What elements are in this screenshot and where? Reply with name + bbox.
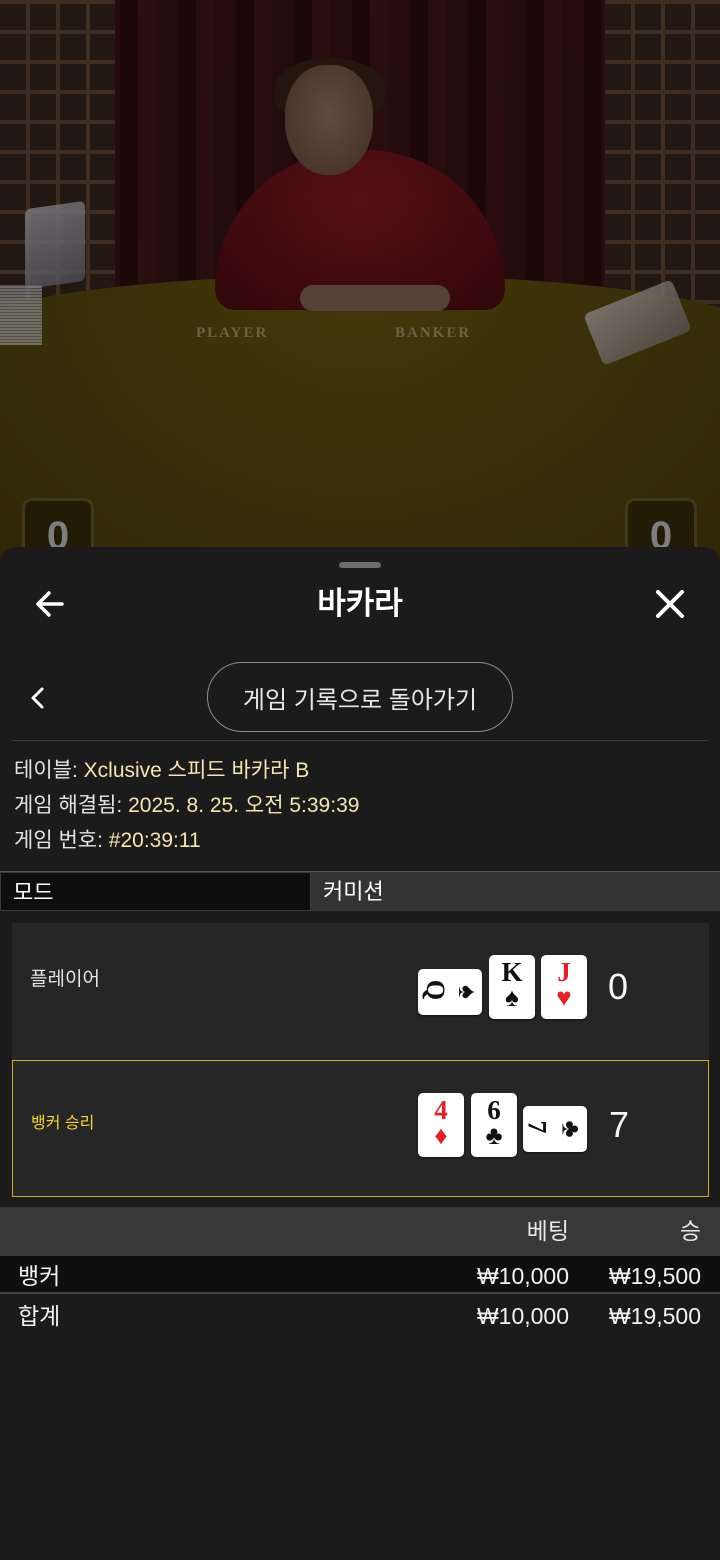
back-button[interactable]	[30, 584, 70, 624]
live-video-stream: PLAYER BANKER 0 0	[0, 0, 720, 560]
divider	[12, 740, 708, 741]
resolved-info: 게임 해결됨: 2025. 8. 25. 오전 5:39:39	[14, 789, 714, 824]
table-info: 테이블: Xclusive 스피드 바카라 B	[14, 754, 714, 789]
playing-card: K ♠	[489, 955, 535, 1019]
sheet-grabber[interactable]	[339, 562, 381, 568]
table-row: 뱅커 ₩10,000 ₩19,500	[0, 1256, 720, 1294]
game-info: 테이블: Xclusive 스피드 바카라 B 게임 해결됨: 2025. 8.…	[14, 754, 714, 859]
bet-name: 뱅커	[18, 1263, 61, 1289]
table-info-label: 테이블:	[14, 759, 78, 782]
close-icon	[656, 590, 684, 618]
table-info-value: Xclusive 스피드 바카라 B	[83, 759, 310, 782]
total-bet: ₩10,000	[476, 1303, 569, 1329]
playing-card: 6 ♣	[471, 1093, 517, 1157]
banker-hand-label: 뱅커 승리	[31, 1115, 95, 1132]
win-amount: ₩19,500	[608, 1263, 701, 1289]
mode-row: 모드 커미션	[0, 871, 720, 911]
game-number-label: 게임 번호:	[14, 829, 103, 852]
player-hand-label: 플레이어	[30, 969, 100, 990]
close-button[interactable]	[650, 584, 690, 624]
page-title: 바카라	[317, 586, 403, 621]
table-row-total: 합계 ₩10,000 ₩19,500	[0, 1296, 720, 1334]
game-number-value: #20:39:11	[108, 829, 201, 852]
round-results: 플레이어 Q ♠ K ♠ J ♥ 0 뱅커 승리 4 ♦ 6 ♣ 7 ♣ 7	[12, 923, 709, 1197]
bet-column-header: 베팅	[526, 1218, 569, 1244]
player-score: 0	[608, 966, 629, 1007]
player-hand: 플레이어 Q ♠ K ♠ J ♥ 0	[12, 923, 709, 1060]
playing-card: J ♥	[541, 955, 587, 1019]
bet-amount: ₩10,000	[476, 1263, 569, 1289]
total-win: ₩19,500	[608, 1303, 701, 1329]
chevron-left-icon	[31, 687, 44, 709]
mode-value: 커미션	[311, 872, 720, 911]
banker-score: 7	[609, 1104, 630, 1145]
total-label: 합계	[18, 1303, 61, 1329]
game-number-info: 게임 번호: #20:39:11	[14, 824, 714, 859]
resolved-info-label: 게임 해결됨:	[14, 794, 123, 817]
playing-card: 7 ♣	[523, 1106, 587, 1152]
resolved-info-value: 2025. 8. 25. 오전 5:39:39	[128, 794, 360, 817]
bets-table-header: 베팅 승	[0, 1207, 720, 1256]
banker-hand: 뱅커 승리 4 ♦ 6 ♣ 7 ♣ 7	[12, 1060, 709, 1197]
playing-card: Q ♠	[418, 969, 482, 1015]
video-dim-overlay	[0, 0, 720, 560]
game-history-sheet: 바카라 게임 기록으로 돌아가기 테이블: Xclusive 스피드 바카라 B…	[0, 547, 720, 1560]
mode-label: 모드	[0, 872, 311, 911]
arrow-left-icon	[36, 591, 64, 617]
previous-button[interactable]	[22, 678, 54, 718]
back-to-history-button[interactable]: 게임 기록으로 돌아가기	[207, 662, 513, 732]
sheet-header: 바카라	[0, 572, 720, 636]
playing-card: 4 ♦	[418, 1093, 464, 1157]
history-nav: 게임 기록으로 돌아가기	[0, 662, 720, 734]
win-column-header: 승	[679, 1218, 701, 1244]
